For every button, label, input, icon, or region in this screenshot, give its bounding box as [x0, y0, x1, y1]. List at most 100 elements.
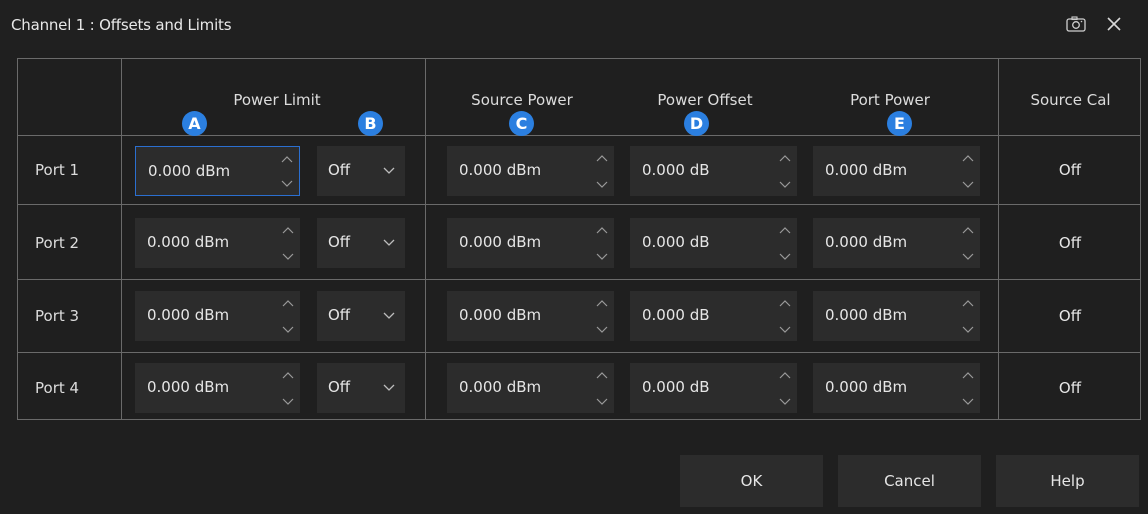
- power-offset-field[interactable]: 0.000 dB: [630, 363, 797, 413]
- close-icon[interactable]: [1104, 14, 1124, 34]
- source-cal-value: Off: [1058, 379, 1082, 397]
- grid-divider: [18, 135, 1140, 136]
- callout-b: B: [358, 111, 383, 136]
- chevron-down-icon: [383, 239, 395, 246]
- grid-divider: [18, 204, 1140, 205]
- callout-d: D: [684, 111, 709, 136]
- camera-icon[interactable]: [1066, 16, 1086, 32]
- power-offset-field[interactable]: 0.000 dB: [630, 218, 797, 268]
- chevron-up-icon[interactable]: [779, 154, 791, 162]
- header-source-cal: Source Cal: [1030, 91, 1111, 109]
- field-value: 0.000 dBm: [825, 378, 908, 396]
- chevron-down-icon[interactable]: [596, 326, 608, 334]
- port-power-field[interactable]: 0.000 dBm: [813, 363, 980, 413]
- chevron-down-icon[interactable]: [596, 253, 608, 261]
- chevron-down-icon[interactable]: [282, 326, 294, 334]
- chevron-up-icon[interactable]: [962, 299, 974, 307]
- field-value: 0.000 dBm: [147, 233, 230, 251]
- chevron-up-icon[interactable]: [779, 226, 791, 234]
- field-value: 0.000 dBm: [459, 161, 542, 179]
- limit-state-select[interactable]: Off: [317, 146, 405, 196]
- source-power-field[interactable]: 0.000 dBm: [447, 363, 614, 413]
- chevron-up-icon[interactable]: [596, 371, 608, 379]
- chevron-down-icon[interactable]: [596, 398, 608, 406]
- chevron-down-icon[interactable]: [962, 326, 974, 334]
- field-value: 0.000 dB: [642, 161, 710, 179]
- field-value: 0.000 dBm: [825, 306, 908, 324]
- grid-divider: [18, 279, 1140, 280]
- chevron-down-icon[interactable]: [596, 181, 608, 189]
- title-bar: Channel 1 : Offsets and Limits: [0, 0, 1148, 50]
- header-port-power: Port Power: [850, 91, 930, 109]
- grid-divider: [425, 59, 426, 419]
- chevron-up-icon[interactable]: [282, 371, 294, 379]
- chevron-down-icon[interactable]: [281, 180, 293, 188]
- help-button[interactable]: Help: [996, 455, 1139, 507]
- chevron-down-icon[interactable]: [779, 253, 791, 261]
- source-cal-value: Off: [1058, 307, 1082, 325]
- chevron-down-icon[interactable]: [779, 398, 791, 406]
- grid-divider: [18, 352, 1140, 353]
- chevron-down-icon[interactable]: [962, 181, 974, 189]
- power-limit-field[interactable]: 0.000 dBm: [135, 218, 300, 268]
- chevron-down-icon: [383, 167, 395, 174]
- chevron-up-icon[interactable]: [596, 299, 608, 307]
- chevron-up-icon[interactable]: [962, 226, 974, 234]
- source-power-field[interactable]: 0.000 dBm: [447, 218, 614, 268]
- chevron-down-icon: [383, 384, 395, 391]
- limit-state-select[interactable]: Off: [317, 363, 405, 413]
- chevron-down-icon[interactable]: [962, 398, 974, 406]
- field-value: 0.000 dBm: [825, 161, 908, 179]
- power-limit-field[interactable]: 0.000 dBm: [135, 146, 300, 196]
- callout-e: E: [887, 111, 912, 136]
- callout-c: C: [509, 111, 534, 136]
- source-power-field[interactable]: 0.000 dBm: [447, 291, 614, 341]
- chevron-down-icon[interactable]: [282, 253, 294, 261]
- callout-a: A: [182, 111, 207, 136]
- chevron-up-icon[interactable]: [779, 371, 791, 379]
- field-value: 0.000 dBm: [147, 378, 230, 396]
- field-value: 0.000 dBm: [825, 233, 908, 251]
- power-limit-field[interactable]: 0.000 dBm: [135, 291, 300, 341]
- field-value: 0.000 dBm: [459, 378, 542, 396]
- chevron-down-icon[interactable]: [779, 181, 791, 189]
- cancel-button[interactable]: Cancel: [838, 455, 981, 507]
- chevron-down-icon[interactable]: [282, 398, 294, 406]
- chevron-up-icon[interactable]: [596, 226, 608, 234]
- chevron-up-icon[interactable]: [962, 371, 974, 379]
- chevron-down-icon[interactable]: [779, 326, 791, 334]
- header-power-limit: Power Limit: [233, 91, 321, 109]
- field-value: 0.000 dBm: [459, 306, 542, 324]
- power-offset-field[interactable]: 0.000 dB: [630, 291, 797, 341]
- source-power-field[interactable]: 0.000 dBm: [447, 146, 614, 196]
- chevron-up-icon[interactable]: [596, 154, 608, 162]
- port-label: Port 2: [35, 234, 80, 252]
- limit-state-select[interactable]: Off: [317, 291, 405, 341]
- field-value: 0.000 dBm: [459, 233, 542, 251]
- port-power-field[interactable]: 0.000 dBm: [813, 146, 980, 196]
- select-value: Off: [328, 233, 351, 251]
- limit-state-select[interactable]: Off: [317, 218, 405, 268]
- port-power-field[interactable]: 0.000 dBm: [813, 218, 980, 268]
- chevron-down-icon: [383, 312, 395, 319]
- select-value: Off: [328, 306, 351, 324]
- chevron-up-icon[interactable]: [282, 299, 294, 307]
- header-power-offset: Power Offset: [657, 91, 753, 109]
- chevron-up-icon[interactable]: [779, 299, 791, 307]
- port-power-field[interactable]: 0.000 dBm: [813, 291, 980, 341]
- chevron-up-icon[interactable]: [962, 154, 974, 162]
- power-limit-field[interactable]: 0.000 dBm: [135, 363, 300, 413]
- chevron-up-icon[interactable]: [282, 226, 294, 234]
- grid-divider: [121, 59, 122, 419]
- ok-button[interactable]: OK: [680, 455, 823, 507]
- power-offset-field[interactable]: 0.000 dB: [630, 146, 797, 196]
- port-label: Port 1: [35, 161, 80, 179]
- field-value: 0.000 dB: [642, 306, 710, 324]
- select-value: Off: [328, 161, 351, 179]
- field-value: 0.000 dBm: [148, 162, 231, 180]
- source-cal-value: Off: [1058, 234, 1082, 252]
- port-label: Port 4: [35, 379, 80, 397]
- chevron-down-icon[interactable]: [962, 253, 974, 261]
- chevron-up-icon[interactable]: [281, 155, 293, 163]
- field-value: 0.000 dBm: [147, 306, 230, 324]
